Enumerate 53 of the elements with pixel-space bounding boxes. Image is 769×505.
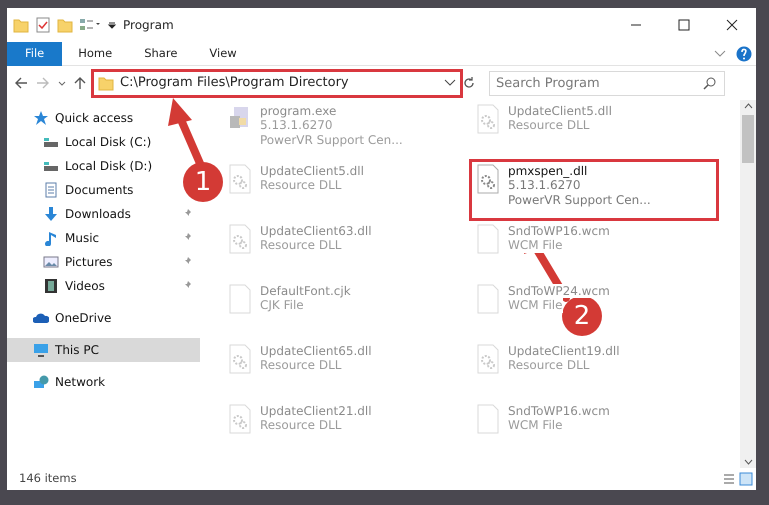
pictures-icon	[43, 254, 59, 270]
search-field[interactable]: Search Program	[489, 70, 725, 96]
star-icon	[33, 110, 49, 126]
blank-file-icon	[476, 404, 500, 434]
sidebar-item[interactable]: Videos	[7, 274, 200, 298]
chevron-down-icon[interactable]	[444, 78, 456, 88]
gears-file-icon	[476, 344, 500, 374]
folder-icon	[98, 75, 114, 91]
gears-file-icon	[228, 404, 252, 434]
sidebar-item[interactable]: Network	[7, 370, 114, 394]
properties-icon[interactable]	[35, 17, 51, 33]
ribbon-tab[interactable]: File	[7, 42, 62, 66]
gears-file-icon	[228, 344, 252, 374]
scroll-down-icon[interactable]	[744, 459, 752, 465]
sidebar-item[interactable]: Music	[7, 226, 200, 250]
details-view-icon[interactable]	[722, 472, 736, 486]
music-icon	[43, 230, 59, 246]
sidebar-item[interactable]: Local Disk (C:)	[7, 130, 160, 154]
gears-file-icon	[228, 164, 252, 194]
sidebar-item[interactable]: Documents	[7, 178, 142, 202]
sidebar-item[interactable]: OneDrive	[7, 306, 120, 330]
address-field[interactable]: C:\Program Files\Program Directory	[93, 70, 461, 96]
down-icon	[43, 206, 59, 222]
pc-icon	[33, 342, 49, 358]
network-icon	[33, 374, 49, 390]
scrollbar[interactable]	[740, 100, 756, 468]
ribbon-tab[interactable]: View	[193, 42, 253, 66]
sidebar-item[interactable]: Local Disk (D:)	[7, 154, 160, 178]
gears-file-icon	[476, 164, 500, 194]
gears-file-icon	[228, 224, 252, 254]
blank-file-icon	[476, 224, 500, 254]
help-icon[interactable]	[736, 46, 752, 62]
tiles-view-icon[interactable]	[739, 472, 753, 486]
ribbon-tab[interactable]: Home	[62, 42, 128, 66]
gears-file-icon	[476, 104, 500, 134]
blank-file-icon	[476, 284, 500, 314]
sidebar-item[interactable]: Pictures	[7, 250, 200, 274]
file-item[interactable]: pmxspen_.dll 5.13.1.6270 PowerVR Support Cen...	[470, 160, 718, 220]
ribbon-tab[interactable]: Share	[128, 42, 194, 66]
scroll-up-icon[interactable]	[744, 103, 752, 109]
videos-icon	[43, 278, 59, 294]
up-icon[interactable]	[73, 76, 87, 90]
search-icon[interactable]	[703, 76, 717, 90]
blank-file-icon	[228, 284, 252, 314]
sidebar-item[interactable]: Quick access	[7, 106, 142, 130]
item-count: 146 items	[19, 470, 77, 488]
doc-icon	[43, 182, 59, 198]
back-icon[interactable]	[13, 76, 29, 90]
sidebar-item[interactable]: This PC	[7, 338, 200, 362]
scroll-thumb[interactable]	[742, 115, 754, 163]
window-title: Program	[123, 17, 174, 34]
sidebar-item[interactable]: Downloads	[7, 202, 200, 226]
view-icon[interactable]	[79, 17, 101, 33]
